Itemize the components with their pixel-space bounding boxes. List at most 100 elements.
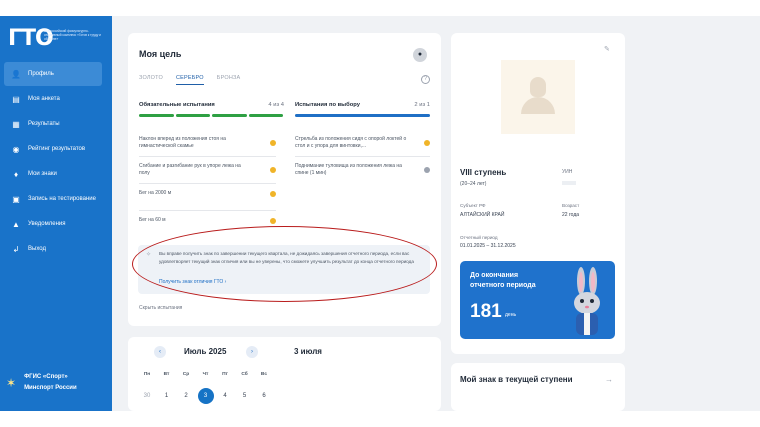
calendar-day[interactable]: 5	[237, 388, 253, 404]
next-month-button[interactable]: ›	[246, 346, 258, 358]
test-name: Поднимание туловища из положения лежа на…	[295, 163, 402, 176]
table-icon: ▦	[12, 119, 20, 129]
top-border	[0, 0, 760, 16]
goal-tabs: ЗОЛОТО СЕРЕБРО БРОНЗА	[139, 75, 253, 85]
progress-segment	[139, 114, 174, 117]
progress-segment	[212, 114, 247, 117]
logout-icon: ↲	[12, 244, 20, 254]
status-dot-icon	[424, 140, 430, 146]
sidebar-item-document[interactable]: ▤ Моя анкета	[4, 87, 102, 111]
weekday-label: Пн	[143, 372, 151, 377]
period-value: 01.01.2025 – 31.12.2025	[460, 243, 516, 249]
calendar-day[interactable]: 30	[139, 388, 155, 404]
calendar-month: Июль 2025	[184, 347, 227, 356]
progress-segment	[295, 114, 430, 117]
calendar-card: ‹ Июль 2025 › 3 июля Пн Вт Ср Чт Пт Сб Вс 30 1 2 3…	[128, 337, 441, 411]
sidebar-item-logout[interactable]: ↲ Выход	[4, 237, 102, 261]
edit-pencil-icon[interactable]: ✎	[604, 45, 610, 53]
selected-date: 3 июля	[294, 347, 322, 356]
sidebar-item-badge[interactable]: ♦ Мои знаки	[4, 162, 102, 186]
optional-title: Испытания по выбору	[295, 102, 360, 108]
test-row: Сгибание и разгибание рук в упоре лежа н…	[139, 163, 276, 177]
sidebar-item-calendar[interactable]: ▣ Запись на тестирование	[4, 187, 102, 211]
emblem-icon: ✶	[6, 376, 17, 390]
avatar-body	[521, 97, 555, 114]
mandatory-count: 4 из 4	[268, 102, 284, 108]
app-frame: ГТО Всероссийский физкультурно-спортивны…	[0, 0, 760, 427]
sidebar-item-bell[interactable]: ▲ Уведомления	[4, 212, 102, 236]
logo-tagline: Всероссийский физкультурно-спортивный ко…	[44, 29, 101, 41]
profile-photo-placeholder	[501, 60, 575, 134]
age-label: Возраст	[562, 203, 580, 208]
age-value: 22 года	[562, 212, 580, 218]
tab-2[interactable]: БРОНЗА	[217, 75, 241, 85]
sidebar-footer: ✶ ФГИС «Спорт» Минспорт России	[6, 372, 110, 394]
my-badge-card[interactable]: Мой знак в текущей ступени →	[451, 363, 625, 411]
rating-icon: ◉	[12, 144, 20, 154]
region-value: АЛТАЙСКИЙ КРАЙ	[460, 212, 505, 218]
stage-title: VIII ступень	[460, 168, 507, 177]
calendar-day[interactable]: 2	[178, 388, 194, 404]
footer-line-1: ФГИС «Спорт»	[24, 374, 68, 380]
mandatory-progress	[139, 114, 285, 117]
tab-0[interactable]: ЗОЛОТО	[139, 75, 163, 85]
help-icon[interactable]: ?	[421, 75, 430, 84]
calendar-day[interactable]: 4	[217, 388, 233, 404]
arrow-right-icon[interactable]: →	[605, 375, 613, 384]
person-icon: 👤	[11, 69, 21, 79]
my-badge-title: Мой знак в текущей ступени	[460, 375, 573, 384]
annotation-oval	[132, 226, 437, 302]
progress-segment	[248, 114, 283, 117]
test-name: Сгибание и разгибание рук в упоре лежа н…	[139, 163, 241, 176]
weekday-label: Сб	[241, 372, 248, 377]
period-countdown-banner: До окончания отчетного периода 181 день	[460, 261, 615, 339]
progress-segment	[175, 114, 210, 117]
hide-tests-link[interactable]: Скрыть испытания	[139, 305, 182, 311]
sidebar-item-label: Результаты	[28, 121, 60, 127]
optional-progress	[295, 114, 432, 117]
profile-card: ✎ VIII ступень (20–24 лет) УИН Субъект Р…	[451, 33, 625, 354]
status-dot-icon	[270, 140, 276, 146]
divider	[295, 156, 430, 157]
weekday-label: Чт	[202, 372, 209, 377]
status-dot-icon	[270, 190, 276, 197]
sidebar-item-label: Моя анкета	[28, 96, 60, 102]
calendar-day[interactable]: 6	[256, 388, 272, 404]
divider	[139, 210, 276, 211]
status-dot-icon	[424, 167, 430, 173]
sidebar-item-label: Запись на тестирование	[28, 196, 96, 202]
goal-title: Моя цель	[139, 49, 182, 59]
sidebar-item-label: Профиль	[28, 71, 54, 77]
avatar-head	[530, 77, 546, 97]
sidebar: ГТО Всероссийский физкультурно-спортивны…	[0, 16, 112, 411]
countdown-days: 181	[470, 301, 502, 322]
weekday-label: Ср	[182, 372, 190, 377]
document-icon: ▤	[12, 94, 20, 104]
divider	[139, 183, 276, 184]
sidebar-item-rating[interactable]: ◉ Рейтинг результатов	[4, 137, 102, 161]
goal-badge-icon[interactable]: ●	[413, 48, 427, 62]
test-row: Поднимание туловища из положения лежа на…	[295, 163, 430, 177]
optional-count: 2 из 1	[414, 102, 430, 108]
test-name: Стрельба из положения сидя с опорой локт…	[295, 136, 407, 149]
mandatory-header: Обязательные испытания 4 из 4	[139, 102, 284, 108]
status-dot-icon	[270, 167, 276, 173]
footer-line-2: Минспорт России	[24, 385, 77, 391]
sidebar-item-label: Выход	[28, 246, 46, 252]
tab-1[interactable]: СЕРЕБРО	[175, 75, 204, 85]
weekday-label: Пт	[222, 372, 228, 377]
bell-icon: ▲	[12, 219, 20, 229]
sidebar-item-label: Мои знаки	[28, 171, 57, 177]
calendar-day[interactable]: 1	[159, 388, 175, 404]
prev-month-button[interactable]: ‹	[154, 346, 166, 358]
calendar-day[interactable]: 3	[197, 388, 214, 404]
countdown-title: До окончания отчетного периода	[470, 272, 536, 289]
sidebar-item-person[interactable]: 👤 Профиль	[4, 62, 102, 86]
sidebar-item-table[interactable]: ▦ Результаты	[4, 112, 102, 136]
calendar-icon: ▣	[12, 194, 20, 204]
countdown-unit: день	[505, 312, 517, 318]
badge-icon: ♦	[13, 169, 19, 179]
test-row: Наклон вперед из положения стоя на гимна…	[139, 136, 276, 150]
status-dot-icon	[270, 217, 276, 224]
uin-label: УИН	[562, 169, 573, 175]
